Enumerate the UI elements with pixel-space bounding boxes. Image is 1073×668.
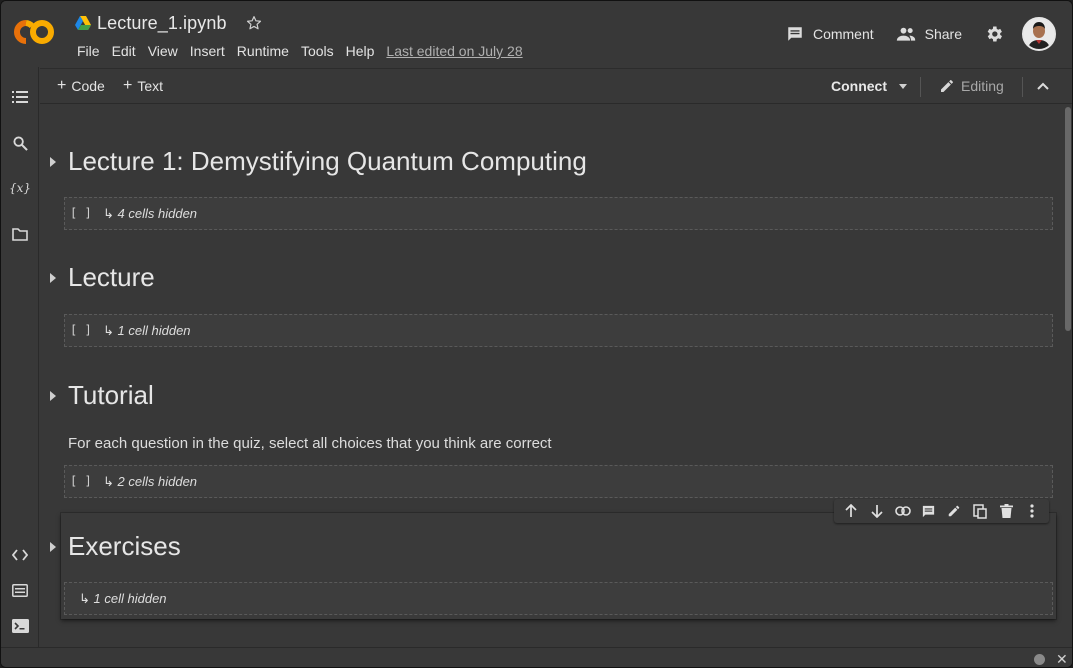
- menu-runtime[interactable]: Runtime: [231, 43, 295, 59]
- add-code-button[interactable]: + Code: [57, 77, 105, 95]
- mirror-cell-icon[interactable]: [972, 503, 988, 519]
- connect-button[interactable]: Connect: [831, 78, 907, 94]
- edit-icon[interactable]: [946, 503, 962, 519]
- hidden-cells-label: ↳ 4 cells hidden: [103, 206, 198, 221]
- section-toggle-icon[interactable]: [50, 157, 56, 167]
- menu-edit[interactable]: Edit: [106, 43, 142, 59]
- hidden-cells-bar[interactable]: [ ] ↳ 2 cells hidden: [64, 465, 1053, 498]
- google-drive-icon: [75, 16, 91, 30]
- section-toggle-icon[interactable]: [50, 542, 56, 552]
- move-down-icon[interactable]: [869, 503, 885, 519]
- colab-window: Lecture_1.ipynb File Edit View Insert Ru…: [0, 0, 1073, 668]
- colab-logo[interactable]: [13, 17, 57, 47]
- status-bar: ✕: [1, 647, 1072, 667]
- add-code-label: Code: [71, 78, 105, 94]
- section-heading: Tutorial: [68, 380, 154, 410]
- link-icon[interactable]: [894, 503, 911, 519]
- menu-bar: File Edit View Insert Runtime Tools Help…: [71, 42, 525, 60]
- variables-icon[interactable]: {𝑥}: [9, 179, 31, 197]
- notebook-title[interactable]: Lecture_1.ipynb: [97, 13, 227, 34]
- share-label: Share: [924, 26, 962, 42]
- notebook-content: Lecture 1: Demystifying Quantum Computin…: [40, 105, 1063, 647]
- app-header: Lecture_1.ipynb File Edit View Insert Ru…: [1, 1, 1072, 67]
- add-text-button[interactable]: + Text: [123, 77, 164, 95]
- section-description: For each question in the quiz, select al…: [68, 435, 552, 452]
- editing-label: Editing: [961, 78, 1004, 94]
- toolbar-divider: [1022, 77, 1023, 97]
- connect-label: Connect: [831, 78, 887, 94]
- section-toggle-icon[interactable]: [50, 391, 56, 401]
- section-toggle-icon[interactable]: [50, 273, 56, 283]
- comment-label: Comment: [812, 26, 874, 42]
- cell-run-bracket[interactable]: [ ]: [70, 474, 92, 488]
- pencil-icon: [941, 80, 953, 92]
- cell-run-bracket[interactable]: [ ]: [70, 323, 92, 337]
- dropdown-caret-icon[interactable]: [899, 83, 907, 89]
- section-heading: Lecture: [68, 262, 155, 292]
- cell-toolbar: [834, 499, 1049, 523]
- section-heading: Exercises: [68, 531, 181, 561]
- chevron-up-icon[interactable]: [1036, 79, 1050, 93]
- menu-insert[interactable]: Insert: [184, 43, 231, 59]
- scrollbar-thumb[interactable]: [1065, 107, 1071, 331]
- comment-icon[interactable]: [921, 503, 937, 519]
- runtime-status-icon[interactable]: [1034, 654, 1045, 665]
- menu-file[interactable]: File: [71, 43, 106, 59]
- hidden-cells-bar[interactable]: ↳ 1 cell hidden: [64, 582, 1053, 615]
- editing-mode-button[interactable]: Editing: [939, 78, 1004, 94]
- close-icon[interactable]: ✕: [1056, 651, 1068, 667]
- hidden-cells-label: ↳ 2 cells hidden: [103, 474, 198, 489]
- move-up-icon[interactable]: [843, 503, 859, 519]
- hidden-cells-bar[interactable]: [ ] ↳ 1 cell hidden: [64, 314, 1053, 347]
- comment-button[interactable]: Comment: [786, 25, 874, 43]
- notebook-toolbar: + Code + Text Connect Editing: [40, 68, 1072, 104]
- section-heading: Lecture 1: Demystifying Quantum Computin…: [68, 146, 587, 176]
- menu-help[interactable]: Help: [340, 43, 381, 59]
- add-text-label: Text: [137, 78, 164, 94]
- menu-tools[interactable]: Tools: [295, 43, 340, 59]
- delete-icon[interactable]: [998, 503, 1014, 519]
- cell-run-bracket[interactable]: [ ]: [70, 206, 92, 220]
- share-button[interactable]: Share: [896, 26, 962, 42]
- last-edited-link[interactable]: Last edited on July 28: [384, 43, 524, 59]
- hidden-cells-label: ↳ 1 cell hidden: [79, 591, 167, 606]
- table-of-contents-icon[interactable]: [11, 88, 29, 106]
- more-vert-icon[interactable]: [1024, 503, 1040, 519]
- hidden-cells-label: ↳ 1 cell hidden: [103, 323, 191, 338]
- comment-icon: [788, 27, 802, 41]
- vertical-scrollbar[interactable]: [1063, 105, 1072, 647]
- star-icon[interactable]: [245, 14, 263, 32]
- plus-icon: +: [123, 77, 133, 94]
- plus-icon: +: [57, 77, 67, 94]
- terminal-icon[interactable]: [11, 617, 29, 635]
- hidden-cells-bar[interactable]: [ ] ↳ 4 cells hidden: [64, 197, 1053, 230]
- command-palette-icon[interactable]: [11, 581, 29, 599]
- menu-view[interactable]: View: [142, 43, 184, 59]
- code-snippets-icon[interactable]: [11, 546, 29, 564]
- user-avatar[interactable]: [1022, 17, 1056, 51]
- search-icon[interactable]: [11, 134, 29, 152]
- avatar-portrait: [1024, 19, 1054, 49]
- people-icon: [896, 27, 915, 41]
- left-sidebar: {𝑥}: [1, 67, 39, 647]
- toolbar-divider: [920, 77, 921, 97]
- gear-icon[interactable]: [984, 24, 1004, 44]
- files-icon[interactable]: [11, 225, 29, 243]
